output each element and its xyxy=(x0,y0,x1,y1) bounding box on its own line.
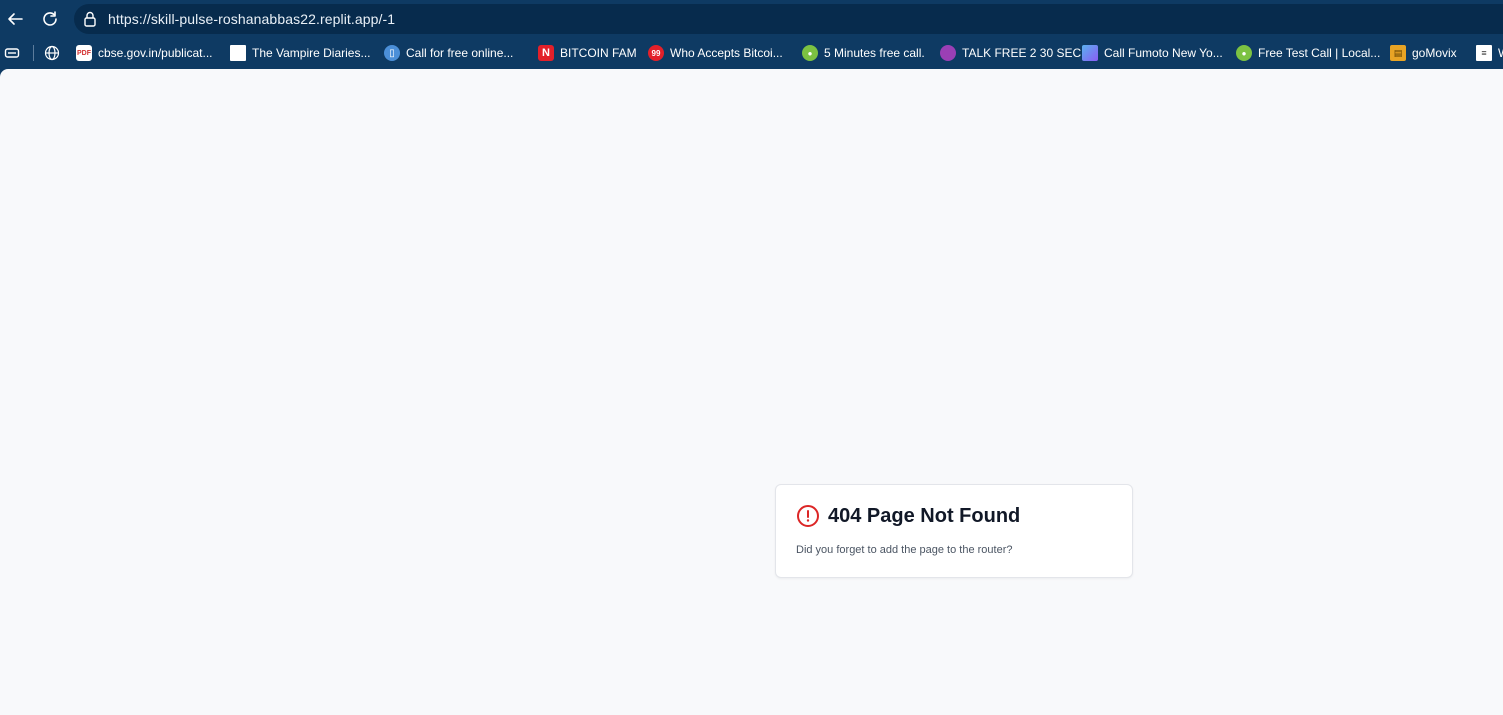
chat-bubble-icon: ● xyxy=(1236,45,1252,61)
bookmark-call-free-online[interactable]: ▯ Call for free online... xyxy=(384,45,513,61)
bookmarks-bar: PDF cbse.gov.in/publicat... The Vampire … xyxy=(0,38,1503,68)
reload-icon xyxy=(43,11,57,26)
film-icon: ▤ xyxy=(1390,45,1406,61)
bookmark-label: TALK FREE 2 30 SEC xyxy=(962,46,1082,60)
bookmark-bitcoin-fam[interactable]: N BITCOIN FAM xyxy=(538,45,637,61)
globe-icon xyxy=(44,45,60,61)
document-icon: ≡ xyxy=(1476,45,1492,61)
address-bar[interactable]: https://skill-pulse-roshanabbas22.replit… xyxy=(74,4,1503,34)
n-logo-icon: N xyxy=(538,45,554,61)
bookmarks-separator xyxy=(33,45,34,61)
99-badge-icon: 99 xyxy=(648,45,664,61)
arrow-left-icon xyxy=(8,13,23,25)
pdf-icon: PDF xyxy=(76,45,92,61)
error-message: Did you forget to add the page to the ro… xyxy=(796,544,1013,556)
card-header: 404 Page Not Found xyxy=(796,504,1020,528)
chart-icon xyxy=(1082,45,1098,61)
bookmark-label: Call for free online... xyxy=(406,46,514,60)
page-title: 404 Page Not Found xyxy=(828,504,1021,527)
bookmark-label: Free Test Call | Local... xyxy=(1258,46,1381,60)
bookmark-who-accepts-bitcoin[interactable]: 99 Who Accepts Bitcoi... xyxy=(648,45,783,61)
bookmark-label: W xyxy=(1498,46,1503,60)
bookmark-label: The Vampire Diaries... xyxy=(252,46,371,60)
not-found-card: 404 Page Not Found Did you forget to add… xyxy=(775,484,1133,578)
bookmark-vampire-diaries[interactable]: The Vampire Diaries... xyxy=(230,45,370,61)
tab-switcher-icon xyxy=(4,48,20,58)
bookmark-label: BITCOIN FAM xyxy=(560,46,637,60)
bookmark-label: cbse.gov.in/publicat... xyxy=(98,46,213,60)
browser-toolbar: https://skill-pulse-roshanabbas22.replit… xyxy=(0,0,1503,38)
bookmark-label: 5 Minutes free call. xyxy=(824,46,925,60)
reload-button[interactable] xyxy=(38,7,62,31)
bookmark-label: goMovix xyxy=(1412,46,1457,60)
bookmark-cbse[interactable]: PDF cbse.gov.in/publicat... xyxy=(76,45,213,61)
globe-button[interactable] xyxy=(44,45,60,61)
bookmark-5-minutes-free-call[interactable]: ● 5 Minutes free call. xyxy=(802,45,925,61)
page-viewport: 404 Page Not Found Did you forget to add… xyxy=(0,69,1503,715)
bookmark-label: Call Fumoto New Yo... xyxy=(1104,46,1223,60)
bookmark-call-fumoto[interactable]: Call Fumoto New Yo... xyxy=(1082,45,1223,61)
bookmark-free-test-call[interactable]: ● Free Test Call | Local... xyxy=(1236,45,1380,61)
chat-bubble-icon: ● xyxy=(802,45,818,61)
tab-search-button[interactable] xyxy=(4,45,20,61)
blank-page-icon xyxy=(230,45,246,61)
purple-chat-icon xyxy=(940,45,956,61)
bookmark-label: Who Accepts Bitcoi... xyxy=(670,46,783,60)
bookmark-gomovix[interactable]: ▤ goMovix xyxy=(1390,45,1457,61)
alert-circle-icon xyxy=(797,505,819,527)
back-button[interactable] xyxy=(3,7,27,31)
lock-icon[interactable] xyxy=(82,10,98,28)
bookmark-w[interactable]: ≡ W xyxy=(1476,45,1503,61)
bookmark-talk-free[interactable]: TALK FREE 2 30 SEC xyxy=(940,45,1081,61)
phone-app-icon: ▯ xyxy=(384,45,400,61)
url-text[interactable]: https://skill-pulse-roshanabbas22.replit… xyxy=(108,11,395,27)
